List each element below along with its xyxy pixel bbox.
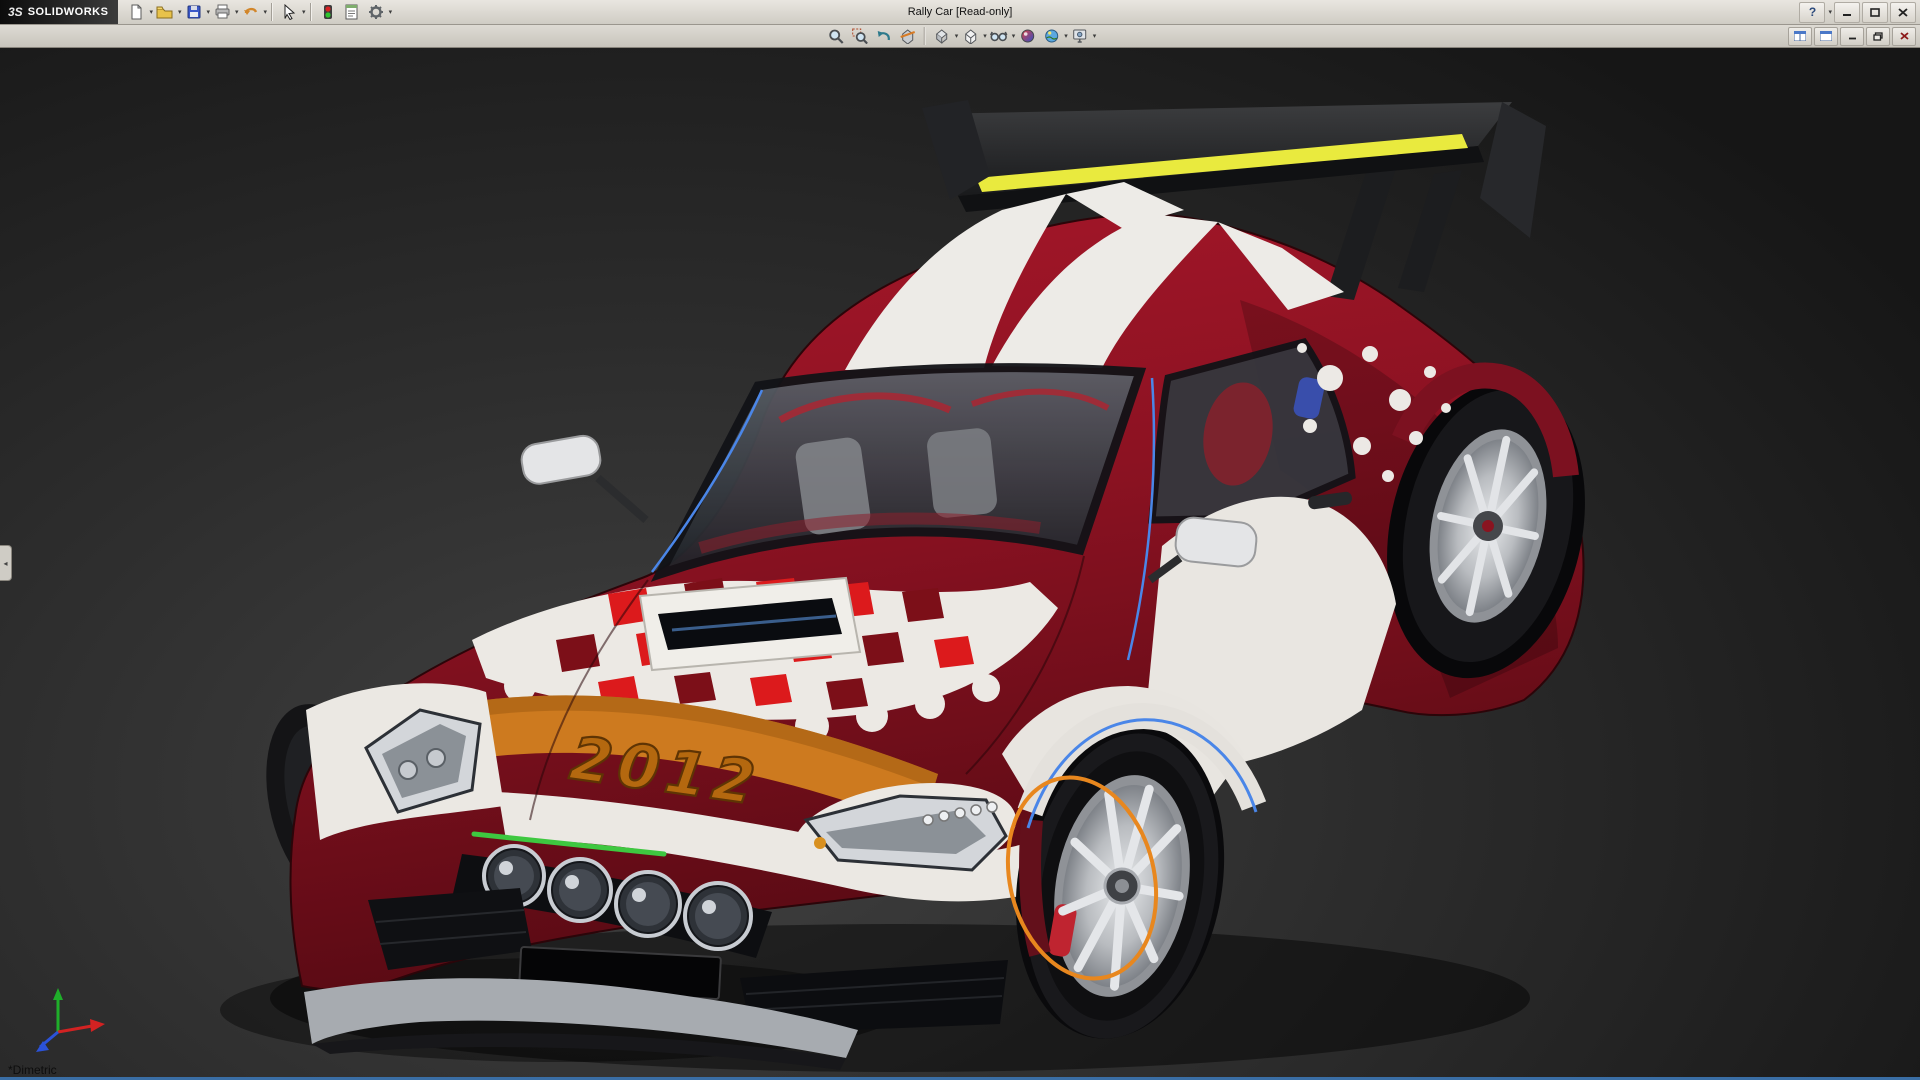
rebuild-icon[interactable] xyxy=(317,1,339,23)
collapse-arrow-icon: ◂ xyxy=(3,559,7,568)
options-icon[interactable] xyxy=(365,1,387,23)
maximize-button[interactable] xyxy=(1862,2,1888,23)
close-button[interactable] xyxy=(1890,2,1916,23)
dropdown-arrow-icon[interactable]: ▾ xyxy=(302,2,306,22)
view-toolbar-bar: ▾ ▾ ▾ ▾ ▾ xyxy=(0,25,1920,48)
mirror-left[interactable] xyxy=(519,433,646,520)
collapse-panel-tab[interactable]: ◂ xyxy=(0,545,12,581)
previous-view-icon[interactable] xyxy=(873,25,895,47)
window-controls: ? ▾ xyxy=(1799,0,1916,24)
help-label: ? xyxy=(1809,5,1816,19)
solidworks-window: 3S SOLIDWORKS ▾ ▾ ▾ ▾ ▾ ▾ xyxy=(0,0,1920,1080)
split-pane-icon[interactable] xyxy=(1788,27,1812,46)
dropdown-arrow-icon[interactable]: ▾ xyxy=(264,2,268,22)
dropdown-arrow-icon[interactable]: ▾ xyxy=(955,26,959,46)
view-orientation-label: *Dimetric xyxy=(8,1063,57,1077)
zoom-to-fit-icon[interactable] xyxy=(825,25,847,47)
toolbar-separator xyxy=(924,27,926,45)
dropdown-arrow-icon[interactable]: ▾ xyxy=(1012,26,1016,46)
orientation-triad[interactable] xyxy=(12,986,112,1058)
print-icon[interactable] xyxy=(211,1,233,23)
main-toolbar: ▾ ▾ ▾ ▾ ▾ ▾ xyxy=(118,0,392,24)
dropdown-arrow-icon[interactable]: ▾ xyxy=(178,2,182,22)
edit-appearance-icon[interactable] xyxy=(1016,25,1038,47)
file-properties-icon[interactable] xyxy=(341,1,363,23)
minimize-button[interactable] xyxy=(1834,2,1860,23)
save-icon[interactable] xyxy=(183,1,205,23)
new-document-icon[interactable] xyxy=(125,1,147,23)
dropdown-arrow-icon[interactable]: ▾ xyxy=(1064,26,1068,46)
title-bar: 3S SOLIDWORKS ▾ ▾ ▾ ▾ ▾ ▾ xyxy=(0,0,1920,25)
open-icon[interactable] xyxy=(154,1,176,23)
graphics-viewport[interactable]: 2012 xyxy=(0,48,1920,1080)
dropdown-arrow-icon[interactable]: ▾ xyxy=(1093,26,1097,46)
toolbar-separator xyxy=(310,3,312,21)
view-orientation-icon[interactable] xyxy=(931,25,953,47)
rally-car-model[interactable]: 2012 xyxy=(0,48,1920,1080)
zoom-to-area-icon[interactable] xyxy=(849,25,871,47)
bumper-edge xyxy=(1030,820,1040,954)
view-settings-icon[interactable] xyxy=(1069,25,1091,47)
dropdown-arrow-icon[interactable]: ▾ xyxy=(149,2,153,22)
dropdown-arrow-icon[interactable]: ▾ xyxy=(1828,2,1832,22)
display-style-icon[interactable] xyxy=(959,25,981,47)
restore-document-icon[interactable] xyxy=(1866,27,1890,46)
apply-scene-icon[interactable] xyxy=(1040,25,1062,47)
select-cursor-icon[interactable] xyxy=(278,1,300,23)
dropdown-arrow-icon[interactable]: ▾ xyxy=(389,2,393,22)
window-title: Rally Car [Read-only] xyxy=(908,0,1013,24)
toolbar-separator xyxy=(271,3,273,21)
minimize-document-icon[interactable] xyxy=(1840,27,1864,46)
dropdown-arrow-icon[interactable]: ▾ xyxy=(983,26,987,46)
dropdown-arrow-icon[interactable]: ▾ xyxy=(207,2,211,22)
solidworks-logo: 3S SOLIDWORKS xyxy=(0,0,118,24)
undo-icon[interactable] xyxy=(240,1,262,23)
document-window-controls xyxy=(1788,25,1916,47)
heads-up-view-toolbar: ▾ ▾ ▾ ▾ ▾ xyxy=(824,25,1097,47)
dropdown-arrow-icon[interactable]: ▾ xyxy=(235,2,239,22)
help-button[interactable]: ? xyxy=(1799,2,1825,23)
close-document-icon[interactable] xyxy=(1892,27,1916,46)
logo-3s-mark: 3S xyxy=(8,5,23,19)
logo-brand-text: SOLIDWORKS xyxy=(28,6,109,18)
full-pane-icon[interactable] xyxy=(1814,27,1838,46)
section-view-icon[interactable] xyxy=(897,25,919,47)
hide-show-items-icon[interactable] xyxy=(988,25,1010,47)
